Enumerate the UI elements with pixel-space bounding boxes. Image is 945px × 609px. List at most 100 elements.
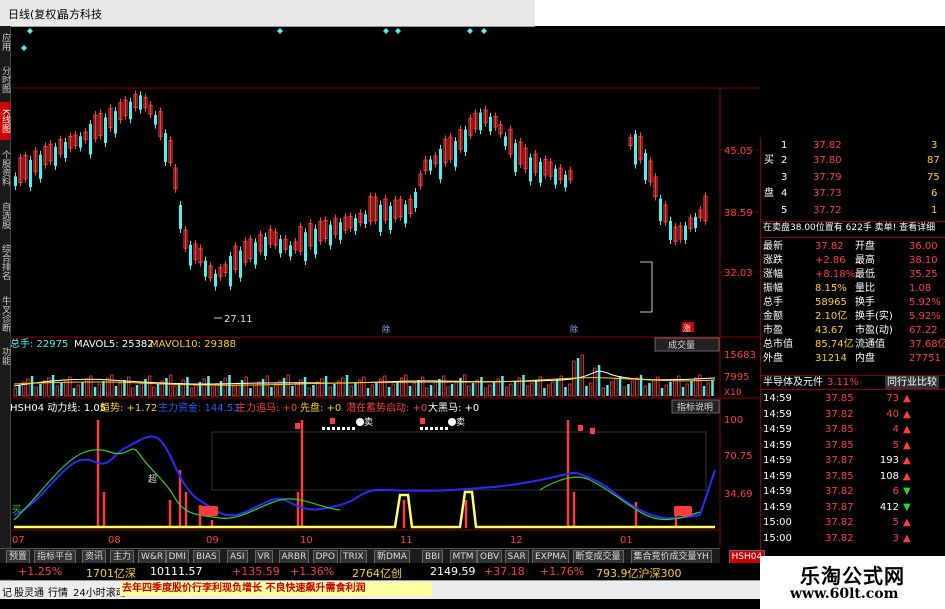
volume-bar-up <box>328 386 332 397</box>
volume-bar-up <box>106 377 110 397</box>
indicator-tab[interactable]: 集合竞价成交量YH <box>630 550 712 564</box>
indicator-tab[interactable]: DMI <box>165 550 189 564</box>
status-item-4[interactable]: 24小时滚动 <box>73 584 126 599</box>
diamond-icon <box>467 28 473 34</box>
indicator-tab[interactable]: SAR <box>504 550 529 564</box>
indicator-tab[interactable]: 断变成交量 <box>572 550 624 564</box>
x-axis-label-7: 01 <box>620 535 633 546</box>
candle-body-down <box>129 101 132 120</box>
quote-row: 市盈 43.67 市盈(动) 67.22 <box>761 324 945 337</box>
candle-body-down <box>364 214 367 224</box>
volume-bar-up <box>110 374 114 397</box>
left-tab-function[interactable]: 功能 <box>0 342 10 370</box>
indicator-tab[interactable]: EXPMA <box>532 550 570 564</box>
chart-period-label[interactable]: 日线(复权) <box>8 6 61 22</box>
left-tab-profile[interactable]: 个股资料 <box>0 144 10 192</box>
indicator-tab-bar: 预置 指标平台 资讯 主力 W&R DMI BIAS ASI VR ARBR DPO TRIX 新DMA… <box>0 548 766 564</box>
tick-price: 37.82 <box>825 517 854 528</box>
volume-bar-down <box>648 383 651 396</box>
indicator-tab[interactable]: MTM <box>449 550 477 564</box>
indicator-tab[interactable]: OBV <box>477 550 503 564</box>
left-tab-diagnosis[interactable]: 牛叉诊断 <box>0 290 10 338</box>
indicator-tab[interactable]: BIAS <box>193 550 220 564</box>
indicator-tab[interactable]: DPO <box>312 550 338 564</box>
chart-area[interactable]: 45.05 38.59 32.03 27.11 除 除 涨 总手: 22975 … <box>10 26 760 548</box>
volume-bar-up <box>252 384 257 397</box>
indicator-tab[interactable]: 新DMA <box>374 550 410 564</box>
tick-price: 37.82 <box>825 486 854 497</box>
indicator-qianli-label: 潜在蓄势启动: +0 <box>346 401 427 414</box>
volume-bar-up <box>315 381 320 397</box>
tick-time: 14:59 <box>763 393 792 404</box>
status-item-1[interactable]: 记 <box>2 584 12 599</box>
indicator-dot <box>327 427 330 430</box>
volume-bar-up <box>127 376 131 397</box>
tick-row: 14:59 37.87 193 ▲ <box>761 454 945 467</box>
left-tab-apps[interactable]: 应用 <box>0 28 10 56</box>
candle-body-down <box>254 242 257 265</box>
indicator-dot <box>440 427 443 430</box>
news-ticker[interactable]: 去年四季度股价行李利现负增长 不良快速飙升需食利润 <box>120 582 432 596</box>
left-tab-watchlist[interactable]: 自选股 <box>0 196 10 234</box>
indicator-tab[interactable]: VR <box>254 550 273 564</box>
indicator-tab[interactable]: W&R <box>138 550 167 564</box>
volume-bar-up <box>673 378 677 397</box>
indicator-tab[interactable]: ARBR <box>278 550 310 564</box>
candle-body-down <box>429 159 432 171</box>
volume-bar-up <box>547 384 551 397</box>
volume-bar-down <box>522 375 525 396</box>
volume-bar-up <box>370 384 374 397</box>
indicator-tab[interactable]: BBI <box>422 550 444 564</box>
volume-type-button[interactable]: 成交量 <box>668 339 695 351</box>
indicator-help-button[interactable]: 指标说明 <box>677 401 713 413</box>
quote-row: 涨跌 +2.86 最高 38.10 <box>761 254 945 267</box>
candle-body-down <box>14 176 17 186</box>
volume-bar-down <box>18 385 21 396</box>
blank-area <box>535 0 945 26</box>
volume-bar-down <box>576 358 580 396</box>
tick-row: 14:59 37.85 73 ▲ <box>761 392 945 405</box>
candle-body-down <box>104 117 107 143</box>
price-axis-label-3: 32.03 <box>724 268 753 279</box>
volume-bar-up <box>441 375 446 397</box>
indicator-tab[interactable]: TRIX <box>340 550 367 564</box>
index-value: 1701亿深 <box>86 567 136 580</box>
candle-body-down <box>154 115 157 125</box>
volume-bar-down <box>513 381 517 396</box>
quote-key: 市盈(动) <box>855 325 893 336</box>
volume-bar-up <box>152 386 156 397</box>
order-info-line[interactable]: 在卖盘38.00位置有 622手 卖单! 查看详细 <box>761 221 945 235</box>
quote-key: 振幅 <box>763 283 783 294</box>
indicator-dot <box>435 427 438 430</box>
up-arrow-icon: ▲ <box>903 424 911 435</box>
volume-bar-up <box>483 387 488 397</box>
quote-row: 涨幅 +8.18% 最低 35.25 <box>761 268 945 281</box>
indicator-tab[interactable]: ASI <box>227 550 248 564</box>
quote-value: 2.10亿 <box>815 311 848 322</box>
left-tab-ranking[interactable]: 综合排名 <box>0 238 10 286</box>
quote-value: 35.25 <box>909 269 938 280</box>
sector-row[interactable]: 半导体及元件 3.11% 同行业比较 <box>761 375 945 390</box>
status-item-3[interactable]: 行情 <box>48 584 68 599</box>
quote-key: 总手 <box>763 297 783 308</box>
quote-value: 36.00 <box>909 241 938 252</box>
tick-volume: 193 <box>879 455 899 466</box>
volume-bar-down <box>249 388 252 396</box>
left-tab-kline[interactable]: K线图 <box>0 102 10 140</box>
tick-price: 37.85 <box>825 393 854 404</box>
limit-up-marker: 涨 <box>683 323 691 333</box>
indicator-tab[interactable]: 预置 <box>6 550 31 564</box>
index-value: 793.9亿沪深300 <box>596 567 682 580</box>
quote-value: 27751 <box>909 353 941 364</box>
status-item-2[interactable]: 股灵通 <box>14 584 44 599</box>
indicator-tab[interactable]: 指标平台 <box>34 550 77 564</box>
candle-body-down <box>539 161 542 183</box>
indicator-dot <box>430 427 433 430</box>
left-tab-intraday[interactable]: 分时图 <box>0 60 10 98</box>
indicator-tab[interactable]: 资讯 <box>82 550 107 564</box>
candle-body-down <box>139 95 142 110</box>
indicator-tab[interactable]: 主力 <box>110 550 135 564</box>
up-arrow-icon: ▲ <box>903 455 911 466</box>
volume-bar-up <box>433 381 437 397</box>
indicator-heima-label: 大黑马: +0 <box>428 401 479 414</box>
